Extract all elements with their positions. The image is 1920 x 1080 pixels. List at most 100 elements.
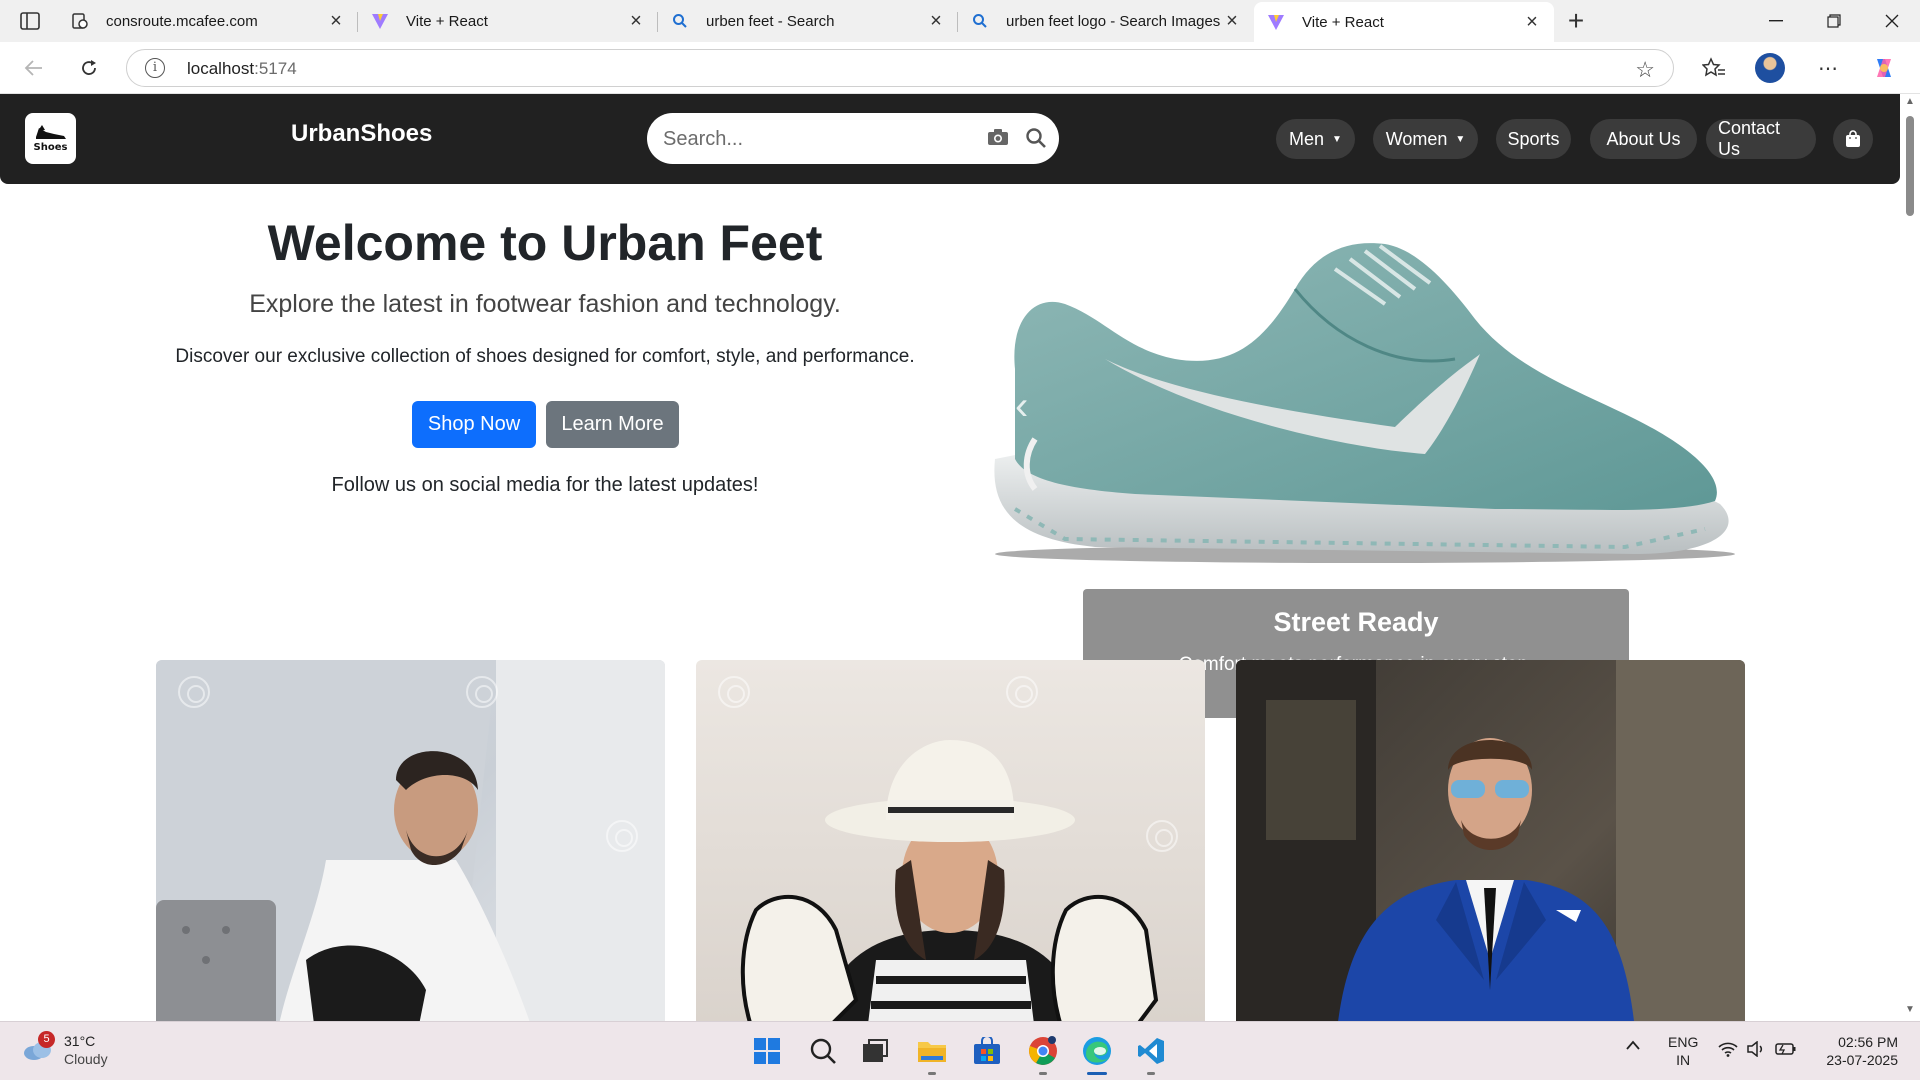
- nav-label: About Us: [1606, 128, 1681, 149]
- watermark-icon: [718, 676, 750, 708]
- hero-carousel: ‹ Street Ready Comfort meets performance…: [975, 209, 1740, 718]
- task-view-icon[interactable]: [858, 1034, 892, 1068]
- windows-start-icon[interactable]: [750, 1034, 784, 1068]
- nav-label: Contact Us: [1718, 118, 1781, 159]
- watermark-icon: [1146, 820, 1178, 852]
- nav-label: Women: [1385, 128, 1448, 149]
- nav-label: Sports: [1507, 128, 1560, 149]
- reload-icon[interactable]: [73, 52, 105, 84]
- watermark-icon: [466, 676, 498, 708]
- back-icon[interactable]: [18, 52, 50, 84]
- wifi-icon[interactable]: [1718, 1041, 1738, 1060]
- card-man-tying-shoes[interactable]: [156, 660, 665, 1021]
- nav-contact-us[interactable]: Contact Us: [1706, 118, 1816, 159]
- tab-search[interactable]: urben feet - Search ×: [658, 4, 958, 38]
- tab-title: urben feet - Search: [706, 12, 835, 30]
- hero-subtitle: Explore the latest in footwear fashion a…: [249, 290, 841, 318]
- search-icon: [970, 11, 990, 31]
- taskbar-search-icon[interactable]: [806, 1034, 840, 1068]
- site-logo[interactable]: Shoes: [25, 113, 76, 164]
- search-input[interactable]: [663, 125, 963, 153]
- favorite-star-icon[interactable]: ☆: [1635, 57, 1655, 83]
- vscode-icon[interactable]: [1134, 1034, 1168, 1068]
- card-man-in-blue-suit[interactable]: [1236, 660, 1745, 1021]
- microsoft-store-icon[interactable]: [970, 1034, 1004, 1068]
- site-info-icon[interactable]: i: [145, 58, 165, 78]
- restore-icon[interactable]: [1806, 0, 1862, 42]
- close-tab-icon[interactable]: ×: [626, 10, 646, 33]
- tab-actions-icon[interactable]: [16, 8, 44, 34]
- copilot-icon[interactable]: [1868, 52, 1900, 84]
- shoe-logo-icon: [35, 124, 66, 139]
- running-indicator: [1039, 1072, 1047, 1075]
- address-bar[interactable]: i localhost:5174 ☆: [126, 49, 1674, 87]
- mcafee-page-icon: [70, 11, 90, 31]
- card-woman-with-heels[interactable]: [696, 660, 1205, 1021]
- running-indicator: [928, 1072, 936, 1075]
- minimize-icon[interactable]: [1748, 0, 1804, 42]
- nav-women-dropdown[interactable]: Women ▼: [1373, 119, 1478, 159]
- address-toolbar: i localhost:5174 ☆ ⋯: [0, 42, 1920, 94]
- caret-down-icon: ▼: [1332, 133, 1342, 145]
- man-tying-shoes-photo: [156, 660, 665, 1021]
- url-text: localhost:5174: [187, 59, 297, 78]
- watermark-icon: [606, 820, 638, 852]
- language-code: ENG: [1668, 1034, 1699, 1050]
- search-icon[interactable]: [1025, 127, 1047, 154]
- vite-icon: [1266, 12, 1286, 32]
- woman-with-heels-photo: [740, 740, 1159, 1021]
- search-bar: [647, 113, 1059, 164]
- nav-sports[interactable]: Sports: [1496, 119, 1571, 159]
- close-tab-icon[interactable]: ×: [1522, 11, 1542, 34]
- vite-icon: [370, 11, 390, 31]
- shopping-bag-icon[interactable]: [1833, 119, 1873, 159]
- scroll-down-icon[interactable]: ▼: [1904, 1004, 1916, 1015]
- tab-vite-react-active[interactable]: Vite + React ×: [1254, 2, 1554, 42]
- watermark-icon: [1006, 676, 1038, 708]
- new-tab-button[interactable]: +: [1560, 6, 1592, 36]
- brand-name[interactable]: UrbanShoes: [291, 120, 432, 148]
- file-explorer-icon[interactable]: [915, 1034, 949, 1068]
- nav-men-dropdown[interactable]: Men ▼: [1276, 119, 1355, 159]
- learn-more-button[interactable]: Learn More: [546, 401, 679, 448]
- camera-icon[interactable]: [987, 128, 1009, 151]
- language-indicator[interactable]: ENG IN: [1668, 1033, 1698, 1069]
- hero-description: Discover our exclusive collection of sho…: [175, 346, 915, 367]
- battery-icon[interactable]: [1775, 1041, 1797, 1060]
- caret-down-icon: ▼: [1455, 133, 1466, 145]
- cloudy-weather-icon: 5: [22, 1031, 55, 1061]
- page-scrollbar[interactable]: ▲ ▼: [1900, 94, 1920, 1021]
- chrome-icon[interactable]: [1026, 1034, 1060, 1068]
- region-code: IN: [1676, 1052, 1691, 1068]
- tab-search-images[interactable]: urben feet logo - Search Images ×: [958, 4, 1254, 38]
- tab-title: Vite + React: [406, 12, 488, 30]
- profile-avatar[interactable]: [1754, 52, 1786, 84]
- close-tab-icon[interactable]: ×: [1222, 10, 1242, 33]
- carousel-prev-icon[interactable]: ‹: [1015, 384, 1028, 429]
- shop-now-button[interactable]: Shop Now: [412, 401, 536, 448]
- scrollbar-thumb[interactable]: [1906, 116, 1914, 216]
- close-window-icon[interactable]: [1864, 0, 1920, 42]
- running-indicator: [1147, 1072, 1155, 1075]
- clock[interactable]: 02:56 PM 23-07-2025: [1818, 1033, 1898, 1069]
- social-follow-text: Follow us on social media for the latest…: [331, 474, 759, 496]
- tab-title: consroute.mcafee.com: [106, 12, 258, 30]
- show-hidden-icons-icon[interactable]: [1625, 1038, 1641, 1054]
- man-in-blue-suit-photo: [1236, 660, 1745, 1021]
- tab-vite-react[interactable]: Vite + React ×: [358, 4, 658, 38]
- windows-taskbar: 5 31°C Cloudy ENG IN 02:56 PM 23-07-2025: [0, 1021, 1920, 1080]
- nav-about-us[interactable]: About Us: [1590, 119, 1697, 159]
- volume-icon[interactable]: [1746, 1040, 1766, 1060]
- scroll-up-icon[interactable]: ▲: [1904, 96, 1916, 107]
- browser-tab-bar: consroute.mcafee.com × Vite + React × ur…: [0, 0, 1920, 42]
- edge-icon[interactable]: [1080, 1034, 1114, 1068]
- close-tab-icon[interactable]: ×: [326, 10, 346, 33]
- close-tab-icon[interactable]: ×: [926, 10, 946, 33]
- weather-widget[interactable]: 5 31°C Cloudy: [22, 1031, 108, 1068]
- tab-title: urben feet logo - Search Images: [1006, 12, 1221, 30]
- more-menu-icon[interactable]: ⋯: [1812, 52, 1844, 84]
- logo-text: Shoes: [33, 141, 68, 153]
- tab-mcafee[interactable]: consroute.mcafee.com ×: [58, 4, 358, 38]
- favorites-icon[interactable]: [1698, 52, 1730, 84]
- clock-date: 23-07-2025: [1826, 1052, 1898, 1068]
